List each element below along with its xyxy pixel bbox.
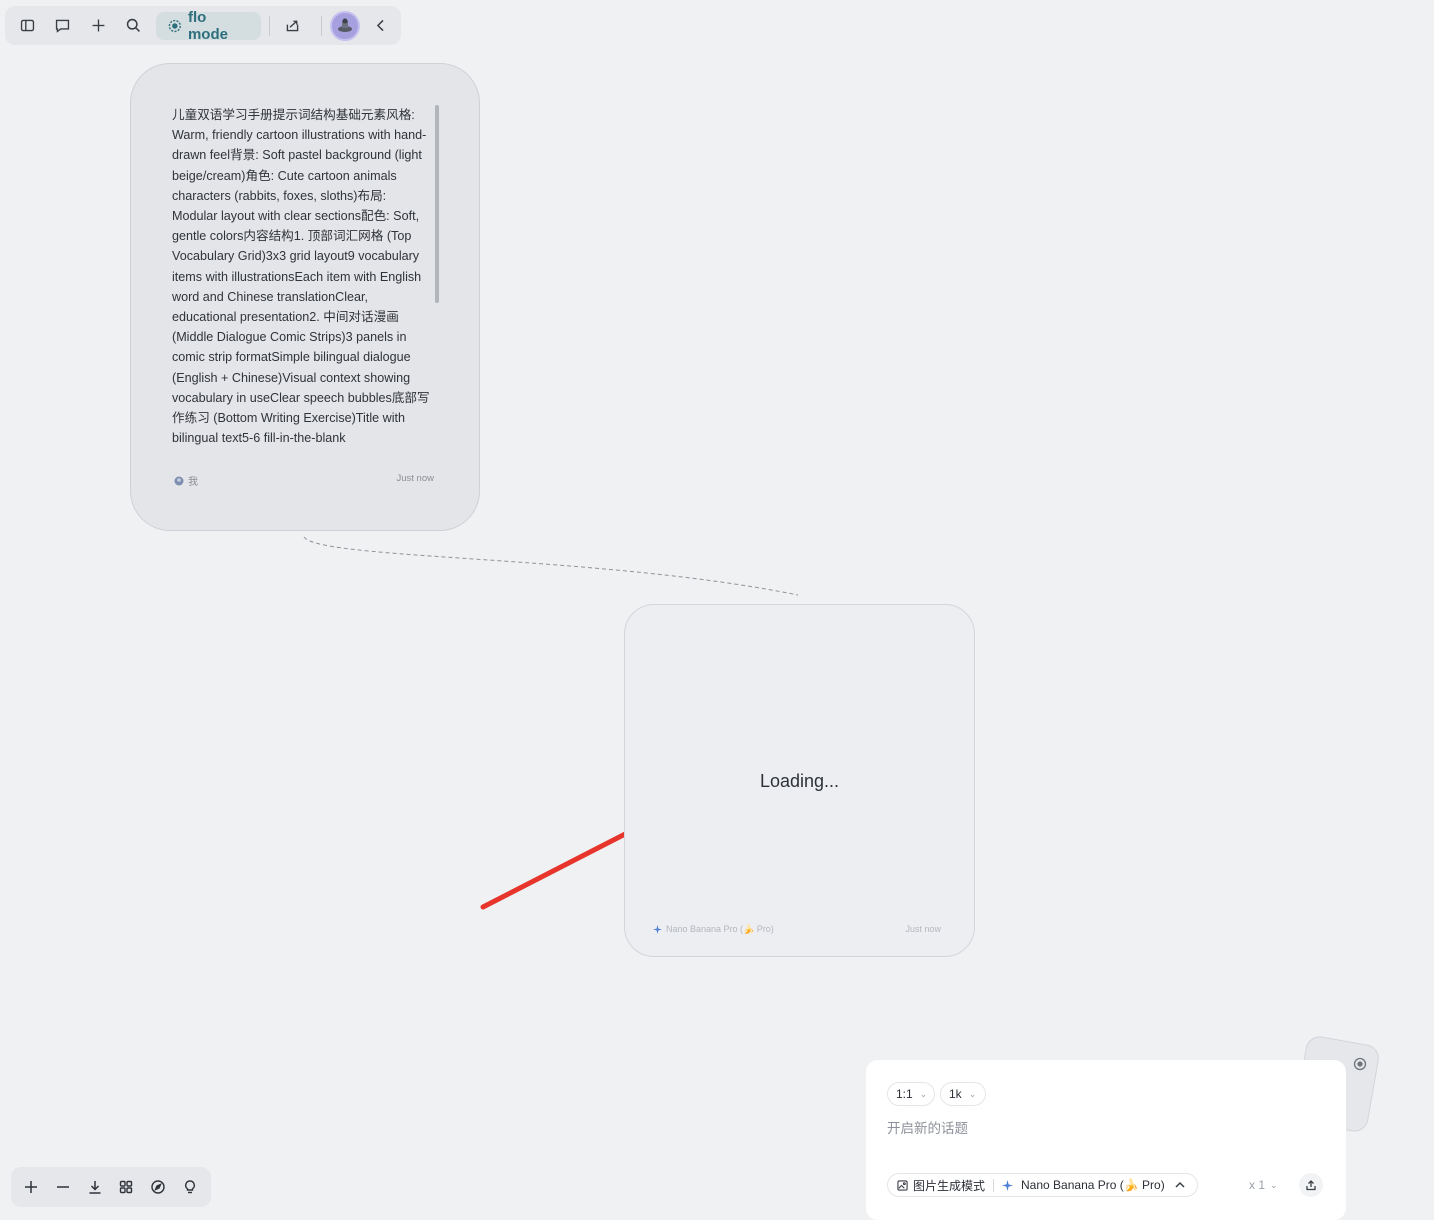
lightbulb-icon — [185, 1180, 196, 1194]
prompt-card[interactable]: 儿童双语学习手册提示词结构基础元素风格: Warm, friendly cart… — [130, 63, 480, 531]
chevron-up-icon — [1175, 1181, 1185, 1188]
count-value: x 1 — [1249, 1178, 1266, 1192]
image-mode-icon — [897, 1179, 908, 1191]
sparkle-icon — [653, 925, 662, 934]
model-label[interactable]: Nano Banana Pro (🍌 Pro) — [1021, 1178, 1165, 1192]
card-model-tag: Nano Banana Pro (🍌 Pro) — [653, 924, 774, 935]
flo-mode-button[interactable]: flo mode — [156, 8, 261, 43]
avatar-icon — [337, 18, 352, 32]
aspect-ratio-value: 1:1 — [896, 1087, 913, 1101]
download-icon — [89, 1181, 101, 1194]
mode-model-selector[interactable]: 图片生成模式 Nano Banana Pro (🍌 Pro) — [887, 1173, 1198, 1197]
mode-divider — [993, 1178, 995, 1192]
sparkle-icon — [1002, 1179, 1014, 1191]
flo-mode-icon — [168, 19, 182, 32]
zoom-out-icon — [56, 1186, 69, 1188]
prompt-text: 儿童双语学习手册提示词结构基础元素风格: Warm, friendly cart… — [172, 108, 430, 446]
card-model-name: Nano Banana Pro (🍌 Pro) — [666, 924, 774, 934]
search-icon — [126, 18, 141, 32]
prompt-author-name: 我 — [188, 477, 198, 488]
collapse-button[interactable] — [366, 11, 395, 41]
composer-input[interactable]: 开启新的话题 — [887, 1117, 968, 1137]
node-connector — [303, 536, 799, 596]
count-select[interactable]: x 1 ⌄ — [1249, 1173, 1278, 1197]
grid-button[interactable] — [115, 1176, 137, 1198]
avatar[interactable] — [330, 10, 360, 41]
sidebar-toggle-icon — [21, 19, 35, 32]
chevron-left-icon — [376, 19, 384, 32]
share-icon — [286, 20, 299, 32]
add-button[interactable] — [84, 11, 113, 41]
composer-panel: 1:1 ⌄ 1k ⌄ 开启新的话题 图片生成模式 Nano Banana Pro… — [866, 1060, 1346, 1220]
compass-button[interactable] — [147, 1176, 169, 1198]
canvas-controls — [11, 1167, 211, 1207]
zoom-in-icon — [24, 1181, 37, 1193]
resolution-select[interactable]: 1k ⌄ — [940, 1082, 986, 1106]
loading-status: Loading... — [759, 771, 840, 791]
toolbar-divider — [321, 15, 323, 36]
target-icon[interactable] — [1353, 1057, 1367, 1074]
user-avatar-icon — [174, 476, 184, 485]
comment-icon — [56, 19, 70, 33]
mode-label[interactable]: 图片生成模式 — [913, 1177, 985, 1194]
chevron-down-icon: ⌄ — [968, 1088, 977, 1099]
comment-button[interactable] — [48, 11, 77, 41]
upload-icon — [1306, 1180, 1316, 1191]
plus-icon — [92, 19, 105, 32]
grid-icon — [120, 1180, 133, 1194]
upload-button[interactable] — [1299, 1173, 1323, 1197]
top-toolbar: flo mode — [5, 6, 401, 45]
download-button[interactable] — [84, 1176, 106, 1198]
lightbulb-button[interactable] — [179, 1176, 201, 1198]
aspect-ratio-select[interactable]: 1:1 ⌄ — [887, 1082, 935, 1106]
compass-icon — [151, 1180, 165, 1194]
chevron-down-icon: ⌄ — [919, 1088, 928, 1099]
share-button[interactable] — [278, 11, 307, 41]
sidebar-toggle-button[interactable] — [13, 11, 42, 41]
flo-mode-label: flo mode — [187, 8, 228, 43]
zoom-in-button[interactable] — [20, 1176, 42, 1198]
toolbar-divider — [268, 15, 270, 36]
chevron-down-icon: ⌄ — [1270, 1179, 1278, 1190]
prompt-author: 我 — [174, 473, 198, 488]
search-button[interactable] — [119, 11, 148, 41]
prompt-timestamp: Just now — [396, 473, 435, 484]
image-generation-card[interactable]: Loading... Nano Banana Pro (🍌 Pro) Just … — [624, 604, 975, 957]
zoom-out-button[interactable] — [52, 1176, 74, 1198]
resolution-value: 1k — [949, 1087, 962, 1101]
prompt-scrollbar[interactable] — [435, 105, 439, 303]
card-timestamp: Just now — [905, 924, 941, 934]
